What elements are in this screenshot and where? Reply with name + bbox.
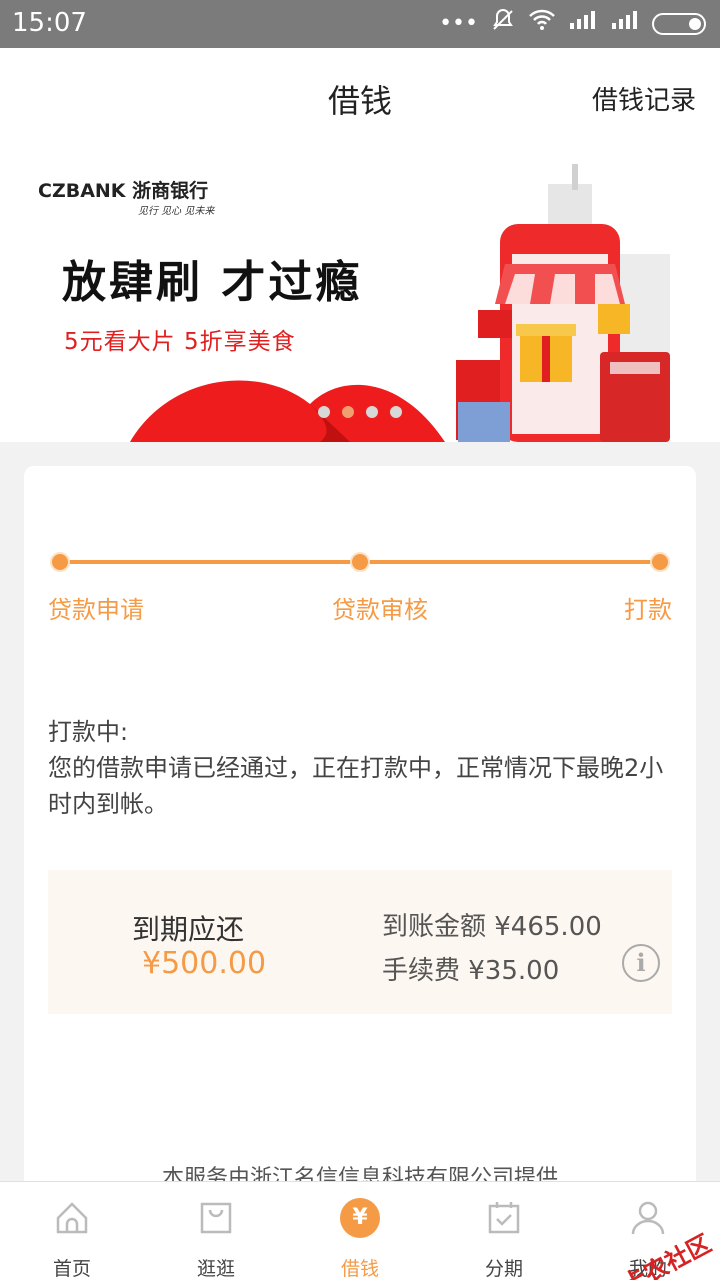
nav-item-loan[interactable]: ¥ 借钱	[288, 1182, 432, 1280]
banner-illustration	[130, 164, 670, 442]
nav-label-browse: 逛逛	[196, 1258, 235, 1280]
nav-item-home[interactable]: 首页	[0, 1182, 144, 1280]
mute-icon	[490, 7, 516, 41]
signal-icon	[610, 9, 640, 39]
home-icon	[56, 1202, 88, 1234]
step-label-review: 贷款审核	[332, 596, 428, 624]
nav-item-installment[interactable]: 分期	[432, 1182, 576, 1280]
progress-node-3	[650, 552, 670, 572]
calendar-check-icon	[488, 1202, 520, 1234]
info-icon[interactable]: i	[622, 944, 660, 982]
due-amount: ¥500.00	[142, 946, 267, 981]
due-label: 到期应还	[132, 913, 245, 946]
nav-label-home: 首页	[52, 1258, 91, 1280]
user-icon	[631, 1201, 665, 1235]
status-time: 15:07	[12, 8, 87, 38]
status-body: 您的借款申请已经通过，正在打款中，正常情况下最晚2小时内到帐。	[48, 754, 664, 818]
title-bar: 借钱 借钱记录	[0, 48, 720, 144]
nav-item-browse[interactable]: 逛逛	[144, 1182, 288, 1280]
loan-status-card: 贷款申请 贷款审核 打款 打款中: 您的借款申请已经通过，正在打款中，正常情况下…	[24, 466, 696, 1266]
nav-label-installment: 分期	[484, 1258, 523, 1280]
status-icons: •••	[439, 7, 706, 41]
bag-icon	[200, 1202, 232, 1234]
wifi-icon	[528, 8, 556, 40]
banner-dot[interactable]	[318, 406, 330, 418]
loan-record-link[interactable]: 借钱记录	[592, 80, 696, 117]
progress-node-1	[50, 552, 70, 572]
banner-pagination	[318, 406, 402, 418]
status-message: 打款中: 您的借款申请已经通过，正在打款中，正常情况下最晚2小时内到帐。	[48, 714, 678, 822]
fee-amount: 手续费 ¥35.00	[382, 956, 560, 986]
status-title: 打款中:	[48, 718, 129, 746]
progress-node-2	[350, 552, 370, 572]
nav-label-loan: 借钱	[340, 1258, 379, 1280]
signal-icon	[568, 9, 598, 39]
promo-banner[interactable]: CZBANK 浙商银行 见行 见心 见未来 放肆刷 才过瘾 5元看大片 5折享美…	[0, 144, 720, 442]
banner-dot[interactable]	[390, 406, 402, 418]
step-label-apply: 贷款申请	[48, 596, 144, 624]
more-dots-icon: •••	[439, 11, 478, 36]
step-label-payout: 打款	[624, 596, 672, 624]
banner-dot[interactable]	[366, 406, 378, 418]
amount-summary: 到期应还 ¥500.00 到账金额 ¥465.00 手续费 ¥35.00 i	[48, 870, 672, 1014]
yen-icon: ¥	[340, 1198, 380, 1238]
banner-dot-active[interactable]	[342, 406, 354, 418]
battery-icon	[652, 13, 706, 35]
received-amount: 到账金额 ¥465.00	[382, 912, 602, 942]
status-bar: 15:07 •••	[0, 0, 720, 48]
bottom-nav: 首页 逛逛 ¥ 借钱 分期 我的	[0, 1181, 720, 1280]
